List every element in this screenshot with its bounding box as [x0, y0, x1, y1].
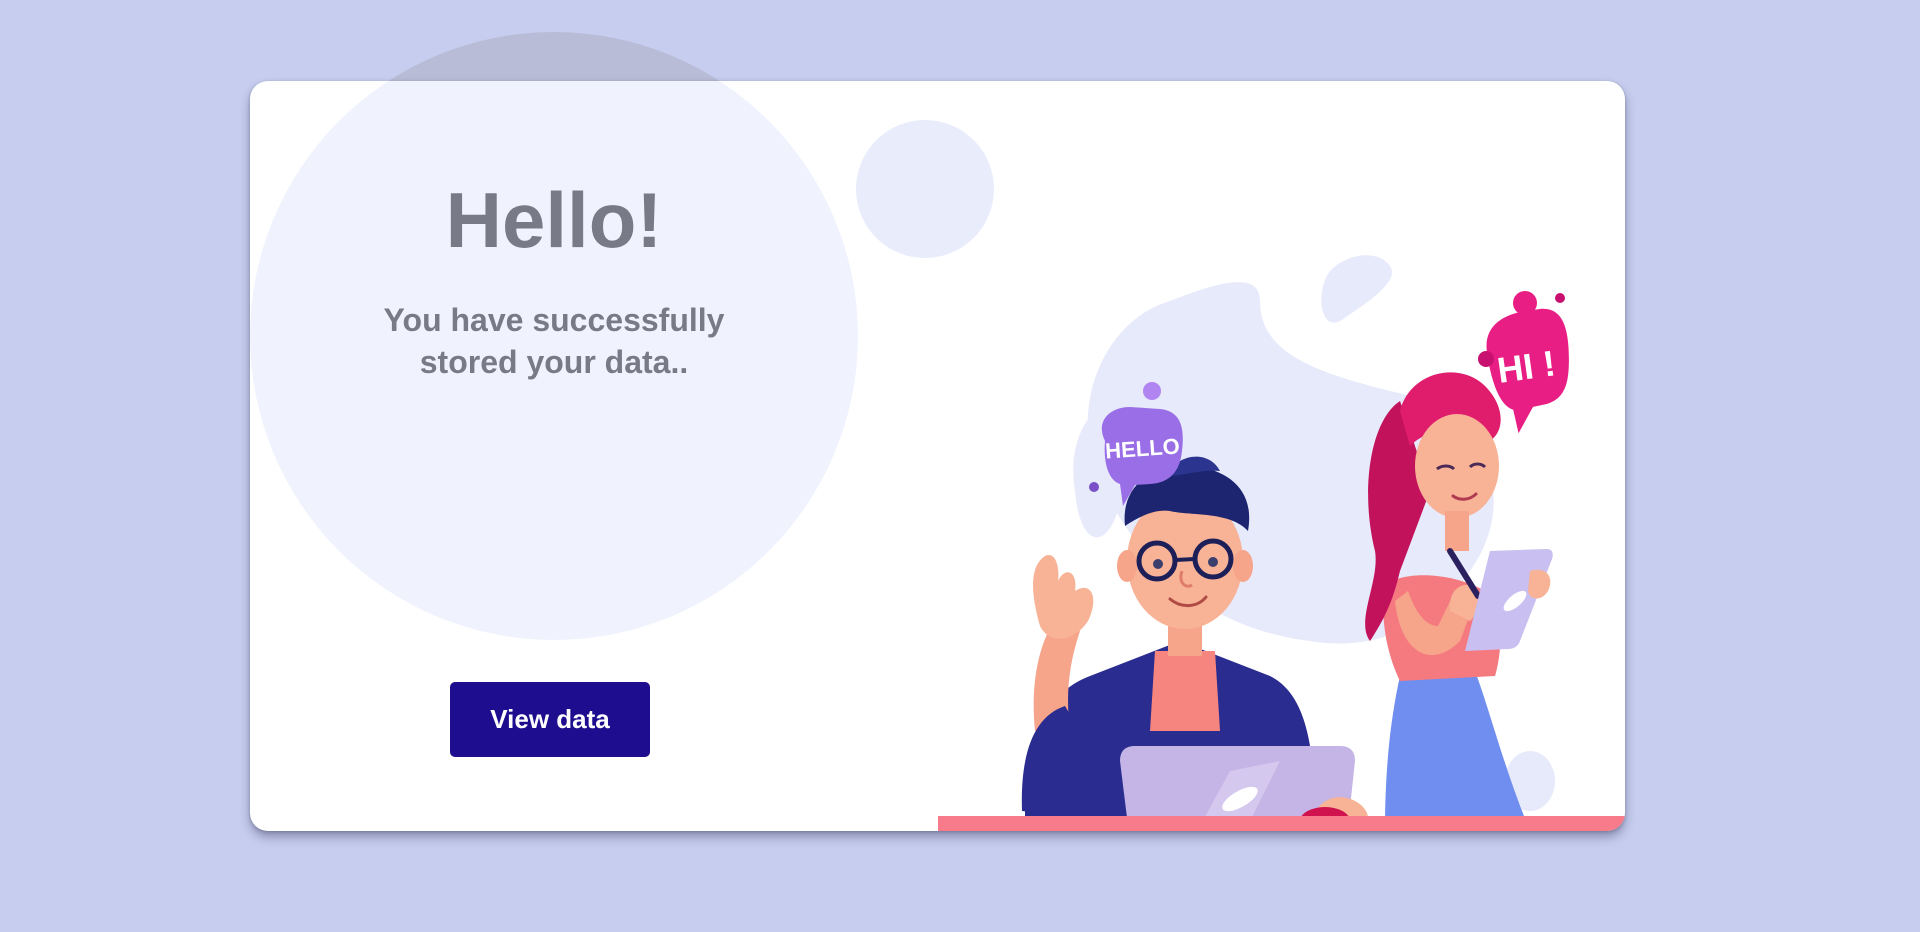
man-raised-hand — [1033, 555, 1094, 639]
hi-bubble-dot-left — [1478, 351, 1494, 367]
woman-neck — [1445, 511, 1469, 551]
hi-bubble-dot — [1513, 291, 1537, 315]
man-shirt — [1150, 651, 1220, 731]
man-ear-right — [1233, 550, 1253, 582]
woman-head — [1415, 414, 1499, 518]
greeting-illustration: HELLO HI ! — [1021, 255, 1569, 831]
success-message-line-2: stored your data.. — [419, 344, 689, 380]
hello-bubble-text: HELLO — [1104, 433, 1180, 463]
man-ear-left — [1117, 550, 1137, 582]
woman-skirt — [1385, 671, 1530, 831]
greeting-title: Hello! — [445, 176, 663, 264]
hello-bubble-dot — [1143, 382, 1161, 400]
hi-bubble-text: HI ! — [1495, 342, 1558, 391]
hi-bubble-dot-small — [1555, 293, 1565, 303]
view-data-button[interactable]: View data — [450, 682, 650, 757]
man-eye-left — [1153, 559, 1163, 569]
woman-tablet-hand — [1528, 569, 1551, 599]
desk-floor-strip — [938, 816, 1625, 831]
page: Hello! You have successfully stored your… — [0, 0, 1920, 932]
success-card: Hello! You have successfully stored your… — [250, 81, 1625, 831]
hello-bubble-dot-small — [1089, 482, 1099, 492]
success-message-line-1: You have successfully — [383, 302, 725, 338]
man-eye-right — [1208, 557, 1218, 567]
success-message: You have successfully stored your data.. — [354, 299, 754, 383]
man-glasses-bridge — [1174, 557, 1196, 562]
background-blob-small — [1321, 255, 1392, 323]
